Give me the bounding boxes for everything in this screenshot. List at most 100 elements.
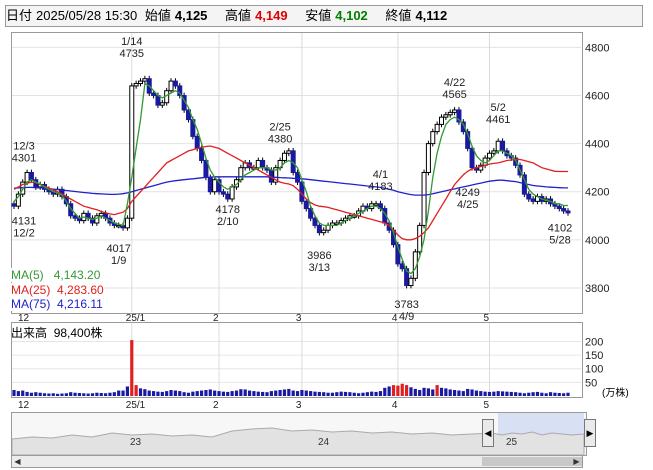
annotation-date: 4/1 xyxy=(373,169,388,181)
annotation-date: 4/22 xyxy=(444,77,465,89)
ma25-value: 4,283.60 xyxy=(57,283,104,297)
candle-body xyxy=(443,114,449,118)
volume-bar xyxy=(234,390,239,396)
volume-bar xyxy=(304,390,308,396)
chart-canvas: 3800 4000 4200 4400 4600 4800 50100 150 200 12 12 2… xyxy=(11,33,609,411)
scroll-thumb[interactable] xyxy=(482,457,582,466)
annotation-date: 3/13 xyxy=(309,262,330,274)
scroll-left-arrow[interactable]: ◀ xyxy=(12,456,23,467)
volume-bar xyxy=(147,390,151,396)
range-navigator[interactable]: 23 24 25 ◀ ▶ xyxy=(11,412,596,456)
candle-body xyxy=(425,143,431,173)
candle-body xyxy=(281,152,287,161)
volume-bar xyxy=(352,392,356,396)
volume-bar xyxy=(160,391,164,396)
volume-label: 出来高 xyxy=(11,326,48,340)
month-label: 4 xyxy=(392,400,398,411)
volume-bar xyxy=(165,391,169,396)
navigator-handle-right[interactable]: ▶ xyxy=(584,419,596,447)
volume-bar xyxy=(339,391,343,396)
volume-bar xyxy=(169,390,173,396)
candle-body xyxy=(452,109,458,113)
volume-bar xyxy=(243,389,247,396)
volume-bar xyxy=(330,392,335,396)
volume-bar xyxy=(418,390,422,396)
annotation-date: 2/10 xyxy=(217,216,238,228)
annotation-value: 4178 xyxy=(216,204,240,216)
candle-body xyxy=(321,229,327,234)
volume-bar xyxy=(217,391,221,396)
price-tick-label: 3800 xyxy=(585,283,609,295)
candle-body xyxy=(417,224,423,253)
volume-bar xyxy=(343,391,348,396)
volume-bar xyxy=(466,388,470,396)
volume-bar xyxy=(186,392,191,396)
volume-bar xyxy=(391,385,396,396)
volume-bar xyxy=(470,389,474,396)
volume-bar xyxy=(125,386,130,396)
ma5-legend: MA(5) 4,143.20 xyxy=(11,268,101,282)
annotation-date: 1/9 xyxy=(111,255,126,267)
scroll-right-arrow[interactable]: ▶ xyxy=(571,456,582,467)
volume-bar xyxy=(34,392,38,396)
volume-bar xyxy=(361,392,365,396)
navigator-handle-left[interactable]: ◀ xyxy=(482,419,494,447)
volume-bar xyxy=(322,392,326,396)
volume-bar xyxy=(134,385,138,396)
price-tick-label: 4400 xyxy=(585,139,609,151)
volume-bar xyxy=(413,388,417,396)
volume-bar xyxy=(86,393,90,396)
candle-body xyxy=(172,80,178,87)
navigator-scrollbar[interactable]: ◀ ▶ xyxy=(11,455,583,468)
ma75-value: 4,216.11 xyxy=(57,297,103,311)
volume-bar xyxy=(531,392,535,396)
candle-body xyxy=(225,193,231,200)
annotation-value: 4131 xyxy=(12,215,36,227)
volume-bar xyxy=(557,393,561,396)
volume-bar xyxy=(60,393,64,396)
volume-bar xyxy=(514,392,518,396)
navigator-sparkline: 23 24 25 xyxy=(12,413,585,455)
candle-body xyxy=(373,203,379,206)
volume-bar xyxy=(247,390,252,396)
volume-tick-label: 150 xyxy=(585,350,603,362)
volume-bar xyxy=(496,391,500,396)
volume-bar xyxy=(295,391,300,396)
volume-bar xyxy=(553,392,557,396)
volume-bar xyxy=(431,389,435,396)
volume-bar xyxy=(182,392,186,396)
volume-bar xyxy=(287,388,291,396)
month-label: 5 xyxy=(483,313,489,324)
volume-bar xyxy=(383,387,387,396)
ma75-line xyxy=(13,176,568,196)
volume-bar xyxy=(213,390,217,396)
annotation-value: 4301 xyxy=(12,152,36,164)
candle-body xyxy=(447,111,453,116)
volume-bar xyxy=(208,389,212,396)
candle-body xyxy=(500,140,506,152)
volume-bar xyxy=(178,391,182,396)
annotation-date: 2/25 xyxy=(269,121,290,133)
ma25-label: MA(25) xyxy=(11,283,51,297)
volume-bar xyxy=(374,391,378,396)
annotation-date: 4/25 xyxy=(457,199,478,211)
month-label: 2 xyxy=(213,400,219,411)
volume-bar xyxy=(540,392,544,396)
volume-bar xyxy=(522,393,526,396)
candle-body xyxy=(486,152,492,159)
candle-body xyxy=(138,80,144,85)
volume-bar xyxy=(138,388,143,396)
volume-bar xyxy=(535,391,540,396)
month-label: 25/1 xyxy=(126,400,146,411)
volume-bar xyxy=(261,391,265,396)
candle-body xyxy=(124,217,130,229)
volume-bar xyxy=(204,390,208,396)
volume-tick-label: 50 xyxy=(585,377,597,389)
volume-bar xyxy=(99,393,103,396)
annotation-date: 1/14 xyxy=(121,36,142,48)
volume-bar xyxy=(221,391,225,396)
volume-bar xyxy=(370,391,374,396)
ma5-value: 4,143.20 xyxy=(53,268,101,282)
volume-bar xyxy=(112,392,116,396)
volume-bar xyxy=(309,391,313,396)
